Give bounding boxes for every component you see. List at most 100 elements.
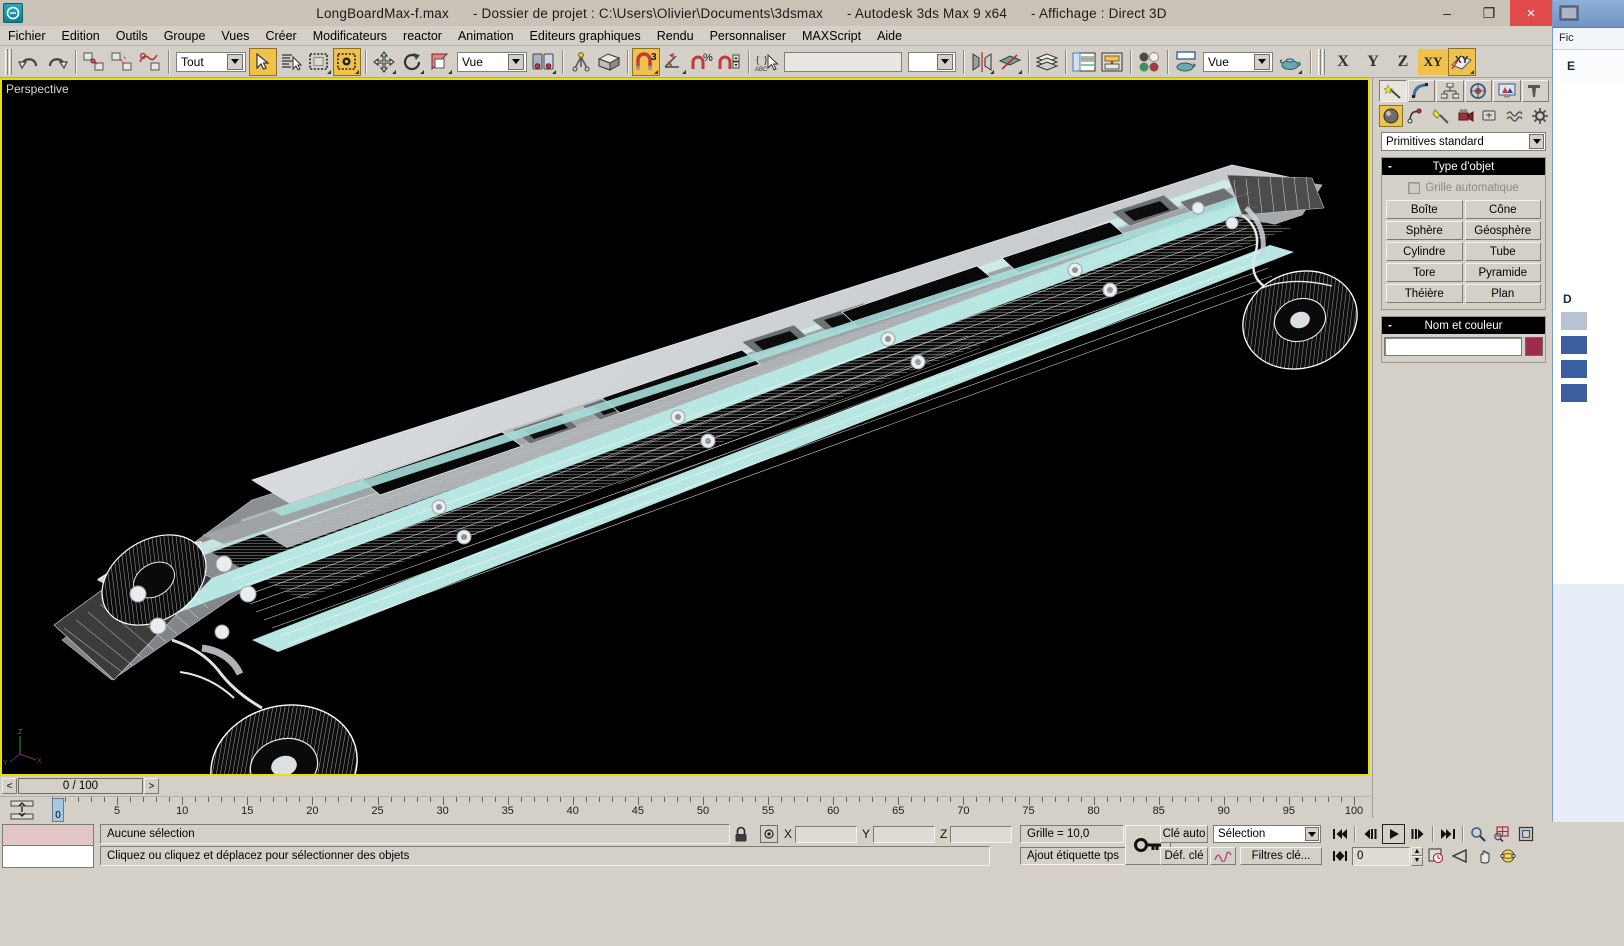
menu-fichier[interactable]: Fichier: [0, 28, 54, 44]
undo-button[interactable]: [15, 48, 43, 76]
maxscript-mini-listener[interactable]: [2, 824, 94, 868]
menu-aide[interactable]: Aide: [869, 28, 910, 44]
rollout-collapse-icon[interactable]: -: [1388, 161, 1392, 173]
create-tube-button[interactable]: Tube: [1465, 242, 1542, 261]
use-selection-center-button[interactable]: [567, 48, 595, 76]
goto-start-button[interactable]: [1328, 824, 1351, 844]
menu-edition[interactable]: Edition: [54, 28, 108, 44]
previous-frame-arrow[interactable]: <: [2, 778, 17, 794]
spacewarps-category-button[interactable]: [1503, 105, 1527, 127]
create-sphere-button[interactable]: Sphère: [1386, 221, 1463, 240]
menu-personnaliser[interactable]: Personnaliser: [702, 28, 794, 44]
toolbar-grip-2[interactable]: [1318, 49, 1325, 75]
create-tab[interactable]: [1379, 80, 1407, 102]
menu-maxscript[interactable]: MAXScript: [794, 28, 869, 44]
object-name-input[interactable]: [1384, 337, 1522, 356]
y-coordinate-input[interactable]: [873, 826, 935, 843]
quick-render-button[interactable]: [1276, 48, 1304, 76]
background-window[interactable]: Fic E D: [1552, 0, 1624, 946]
field-of-view-button[interactable]: [1448, 846, 1471, 866]
current-frame-display[interactable]: 0 / 100: [18, 778, 143, 794]
current-frame-input[interactable]: 0: [1352, 847, 1410, 866]
goto-end-button[interactable]: [1436, 824, 1459, 844]
menu-creer[interactable]: Créer: [257, 28, 304, 44]
viewport-container[interactable]: Perspective: [0, 78, 1370, 776]
rectangular-selection-region-button[interactable]: [305, 48, 333, 76]
select-and-scale-button[interactable]: [426, 48, 454, 76]
create-pyramid-button[interactable]: Pyramide: [1465, 263, 1542, 282]
systems-category-button[interactable]: [1528, 105, 1552, 127]
layer-manager-button[interactable]: [1033, 48, 1061, 76]
schematic-view-button[interactable]: [1098, 48, 1126, 76]
named-selection-combo[interactable]: [908, 52, 956, 72]
select-by-name-button[interactable]: [277, 48, 305, 76]
key-mode-toggle-button[interactable]: [1328, 846, 1351, 866]
select-and-move-button[interactable]: [370, 48, 398, 76]
create-plane-button[interactable]: Plan: [1465, 284, 1542, 303]
time-configuration-button[interactable]: [1424, 846, 1447, 866]
angle-snap-toggle-button[interactable]: [660, 48, 688, 76]
select-and-link-button[interactable]: [80, 48, 108, 76]
menu-reactor[interactable]: reactor: [395, 28, 450, 44]
zoom-viewport-button[interactable]: [1466, 824, 1489, 844]
selection-set-combo[interactable]: Sélection: [1213, 825, 1321, 843]
select-object-button[interactable]: [249, 48, 277, 76]
absolute-relative-mode-button[interactable]: [760, 825, 778, 843]
track-bar-ruler[interactable]: 5101520253035404550556065707580859095100: [42, 797, 1370, 822]
helpers-category-button[interactable]: [1478, 105, 1502, 127]
menu-animation[interactable]: Animation: [450, 28, 522, 44]
next-frame-button[interactable]: [1406, 824, 1429, 844]
autogrid-checkbox[interactable]: [1408, 182, 1420, 194]
minimize-button[interactable]: –: [1426, 0, 1468, 26]
create-cone-button[interactable]: Cône: [1465, 200, 1542, 219]
open-mini-curve-editor-icon[interactable]: [10, 800, 34, 820]
menu-outils[interactable]: Outils: [108, 28, 156, 44]
axis-constraint-y-button[interactable]: Y: [1358, 49, 1388, 75]
pan-view-button[interactable]: [1472, 846, 1495, 866]
menu-rendu[interactable]: Rendu: [649, 28, 702, 44]
lights-category-button[interactable]: [1429, 105, 1453, 127]
motion-tab[interactable]: [1465, 80, 1493, 102]
track-bar[interactable]: 5101520253035404550556065707580859095100…: [0, 796, 1370, 822]
zoom-all-viewports-button[interactable]: [1490, 824, 1513, 844]
named-selection-field[interactable]: [784, 52, 902, 72]
shapes-category-button[interactable]: [1404, 105, 1428, 127]
object-type-rollout-header[interactable]: - Type d'objet: [1382, 158, 1545, 175]
redo-button[interactable]: [43, 48, 71, 76]
use-pivot-point-center-button[interactable]: [530, 48, 558, 76]
frame-spinner-up[interactable]: ▲: [1411, 847, 1423, 857]
menu-modificateurs[interactable]: Modificateurs: [305, 28, 395, 44]
chevron-down-icon[interactable]: [1254, 54, 1270, 70]
mini-listener-output[interactable]: [3, 825, 93, 846]
display-tab[interactable]: [1493, 80, 1521, 102]
create-teapot-button[interactable]: Théière: [1386, 284, 1463, 303]
next-frame-arrow[interactable]: >: [144, 778, 159, 794]
x-coordinate-input[interactable]: [795, 826, 857, 843]
toolbar-grip[interactable]: [5, 49, 12, 75]
unlink-selection-button[interactable]: [108, 48, 136, 76]
menu-vues[interactable]: Vues: [213, 28, 257, 44]
autogrid-row[interactable]: Grille automatique: [1386, 179, 1541, 197]
render-scene-dialog-button[interactable]: [1172, 48, 1200, 76]
create-box-button[interactable]: Boîte: [1386, 200, 1463, 219]
object-color-swatch[interactable]: [1525, 337, 1543, 356]
axis-constraint-x-button[interactable]: X: [1328, 49, 1358, 75]
hierarchy-tab[interactable]: [1436, 80, 1464, 102]
frame-spinner[interactable]: ▲ ▼: [1411, 847, 1423, 866]
mirror-button[interactable]: [595, 48, 623, 76]
perspective-viewport[interactable]: Perspective: [2, 80, 1368, 774]
axis-constraint-xy-button[interactable]: XY: [1418, 49, 1448, 75]
reference-coordinate-system-combo[interactable]: Vue: [457, 52, 527, 72]
selection-filter-combo[interactable]: Tout: [176, 52, 246, 72]
object-subcategory-dropdown[interactable]: Primitives standard: [1381, 132, 1546, 151]
select-and-rotate-button[interactable]: [398, 48, 426, 76]
play-animation-button[interactable]: [1382, 824, 1405, 844]
percent-snap-toggle-button[interactable]: %: [688, 48, 716, 76]
snaps-toggle-button[interactable]: 3: [632, 48, 660, 76]
material-editor-button[interactable]: [1135, 48, 1163, 76]
auto-key-button[interactable]: Clé auto: [1160, 825, 1208, 843]
frame-spinner-down[interactable]: ▼: [1411, 856, 1423, 866]
viewport-label[interactable]: Perspective: [6, 82, 69, 96]
time-slider-thumb[interactable]: 0: [52, 798, 64, 822]
mirror-selected-objects-button[interactable]: [968, 48, 996, 76]
